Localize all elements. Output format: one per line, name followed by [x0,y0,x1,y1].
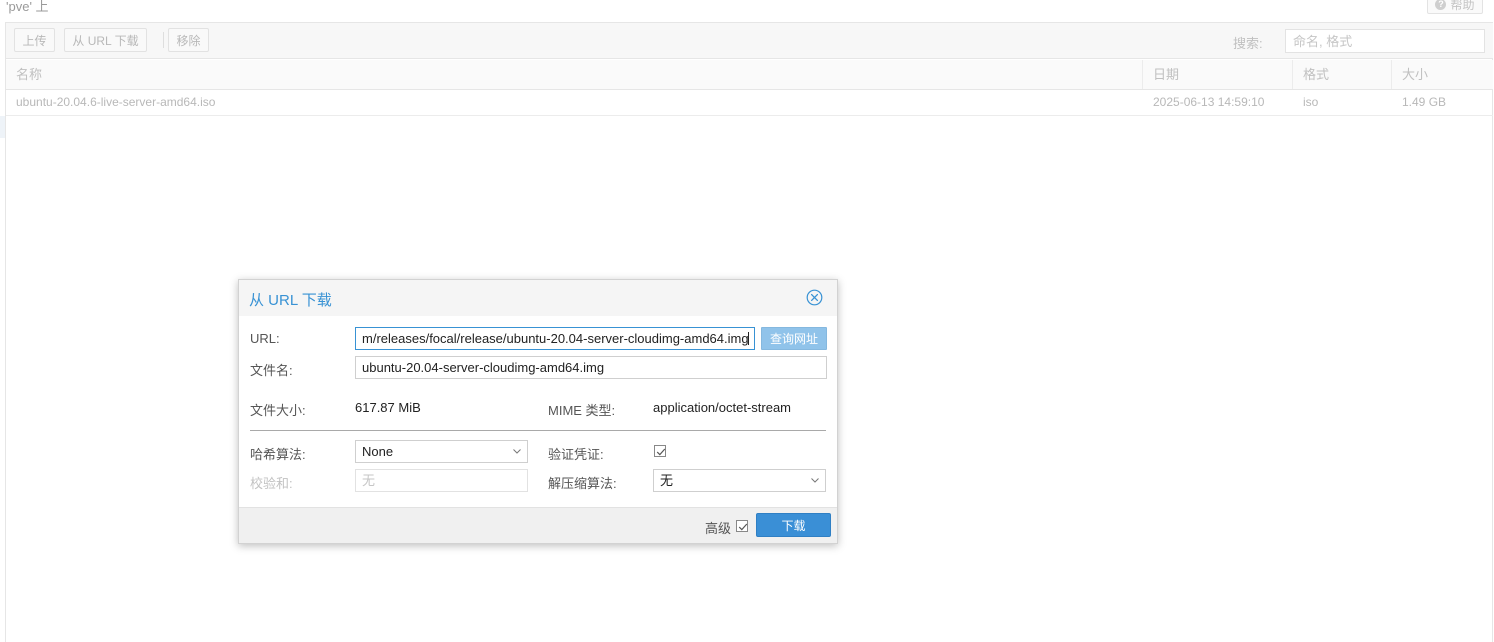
download-url-dialog: 从 URL 下载 URL: m/releases/focal/release/u… [238,279,838,544]
help-icon: ? [1435,0,1447,10]
grid-header: 名称 日期 格式 大小 [6,60,1493,90]
checksum-label: 校验和: [250,476,293,491]
remove-button[interactable]: 移除 [168,28,209,52]
cell-date: 2025-06-13 14:59:10 [1153,95,1265,109]
filename-label: 文件名: [250,363,293,378]
url-label: URL: [250,331,280,346]
decompress-algorithm-value: 无 [660,473,674,488]
url-input[interactable]: m/releases/focal/release/ubuntu-20.04-se… [355,327,755,350]
hash-algorithm-select[interactable]: None [355,440,528,463]
toolbar: 上传 从 URL 下载 移除 搜索: [6,23,1493,59]
dialog-footer: 高级 下载 [239,507,837,543]
toolbar-separator [163,32,164,48]
column-header-name[interactable]: 名称 [6,60,1143,89]
advanced-label: 高级 [705,521,732,536]
column-header-date[interactable]: 日期 [1143,60,1293,89]
table-row[interactable]: ubuntu-20.04.6-live-server-amd64.iso 202… [6,90,1493,116]
text-caret [747,332,749,345]
hash-algorithm-value: None [362,444,394,459]
filename-input[interactable]: ubuntu-20.04-server-cloudimg-amd64.img [355,356,827,379]
advanced-checkbox[interactable] [736,520,748,532]
verify-certificate-label: 验证凭证: [548,447,604,462]
cell-name: ubuntu-20.04.6-live-server-amd64.iso [16,95,216,109]
cell-format: iso [1303,95,1319,109]
dialog-header: 从 URL 下载 [239,280,837,316]
row-marker [0,116,5,138]
panel-title: 'pve' 上 [6,0,49,14]
search-input[interactable] [1285,29,1485,53]
hash-algorithm-label: 哈希算法: [250,447,306,462]
close-icon[interactable] [806,289,823,306]
filesize-label: 文件大小: [250,403,306,418]
cell-size: 1.49 GB [1402,95,1447,109]
verify-certificate-checkbox[interactable] [654,445,666,457]
checkmark-icon [738,523,748,531]
search-label: 搜索: [1233,36,1263,51]
column-header-size[interactable]: 大小 [1392,60,1493,89]
dialog-title: 从 URL 下载 [249,292,332,309]
help-button[interactable]: ? 帮助 [1427,0,1483,14]
column-header-format[interactable]: 格式 [1293,60,1392,89]
url-input-value: m/releases/focal/release/ubuntu-20.04-se… [362,331,749,346]
decompress-algorithm-select[interactable]: 无 [653,469,826,492]
mime-value: application/octet-stream [653,400,792,415]
chevron-down-icon [811,478,819,483]
query-url-button[interactable]: 查询网址 [761,327,827,350]
download-button[interactable]: 下载 [756,513,831,537]
checkmark-icon [656,448,666,456]
filesize-value: 617.87 MiB [355,400,421,415]
decompress-algorithm-label: 解压缩算法: [548,476,617,491]
download-from-url-button[interactable]: 从 URL 下载 [64,28,147,52]
dialog-divider [250,430,826,431]
mime-label: MIME 类型: [548,403,616,418]
upload-button[interactable]: 上传 [14,28,55,52]
checksum-input[interactable]: 无 [355,469,528,492]
help-label: 帮助 [1450,0,1475,12]
chevron-down-icon [513,449,521,454]
